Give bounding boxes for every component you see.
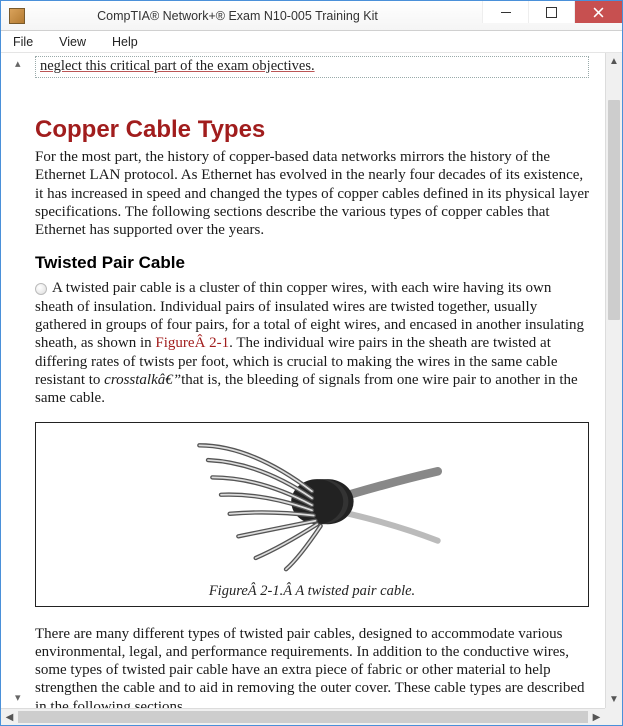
minimize-button[interactable] xyxy=(482,1,528,23)
scroll-left-button[interactable]: ◀ xyxy=(1,709,18,725)
nav-next-icon[interactable]: ▾ xyxy=(15,691,21,704)
disc-icon xyxy=(35,283,47,295)
scrollbar-corner xyxy=(605,708,622,725)
hscroll-thumb[interactable] xyxy=(18,711,588,723)
bottom-scroll-row: ◀ ▶ xyxy=(1,708,622,725)
scroll-up-button[interactable]: ▲ xyxy=(606,53,622,70)
figure-reference-link[interactable]: FigureÂ 2-1 xyxy=(155,335,229,351)
menu-bar: File View Help xyxy=(1,31,622,53)
crosstalk-term: crosstalkâ€” xyxy=(104,372,181,388)
app-icon xyxy=(9,8,25,24)
app-window: CompTIA® Network+® Exam N10-005 Training… xyxy=(0,0,623,726)
nav-prev-icon[interactable]: ▴ xyxy=(15,57,21,70)
document-body: Copper Cable Types For the most part, th… xyxy=(1,78,605,708)
content-row: ▴ neglect this critical part of the exam… xyxy=(1,53,622,708)
content-pane: ▴ neglect this critical part of the exam… xyxy=(1,53,605,708)
menu-view[interactable]: View xyxy=(53,33,92,51)
previous-section-fragment: neglect this critical part of the exam o… xyxy=(35,56,589,78)
scroll-down-button[interactable]: ▼ xyxy=(606,691,622,708)
title-bar[interactable]: CompTIA® Network+® Exam N10-005 Training… xyxy=(1,1,622,31)
menu-file[interactable]: File xyxy=(7,33,39,51)
subsection-heading: Twisted Pair Cable xyxy=(35,253,591,273)
close-button[interactable] xyxy=(574,1,622,23)
vertical-scrollbar[interactable]: ▲ ▼ xyxy=(605,53,622,708)
section-heading: Copper Cable Types xyxy=(35,116,591,144)
figure-caption: FigureÂ 2-1.Â A twisted pair cable. xyxy=(44,583,580,600)
hscroll-track[interactable] xyxy=(18,709,588,725)
horizontal-scrollbar[interactable]: ◀ ▶ xyxy=(1,708,605,725)
window-controls xyxy=(482,1,622,30)
menu-help[interactable]: Help xyxy=(106,33,144,51)
scroll-track[interactable] xyxy=(606,70,622,691)
maximize-button[interactable] xyxy=(528,1,574,23)
scroll-right-button[interactable]: ▶ xyxy=(588,709,605,725)
figure-container: FigureÂ 2-1.Â A twisted pair cable. xyxy=(35,422,589,607)
window-title: CompTIA® Network+® Exam N10-005 Training… xyxy=(33,9,482,23)
twisted-pair-cable-illustration xyxy=(44,431,580,581)
cable-types-paragraph: There are many different types of twiste… xyxy=(35,625,591,708)
intro-paragraph: For the most part, the history of copper… xyxy=(35,148,591,239)
twisted-pair-paragraph: A twisted pair cable is a cluster of thi… xyxy=(35,279,591,407)
scroll-thumb[interactable] xyxy=(608,100,620,320)
